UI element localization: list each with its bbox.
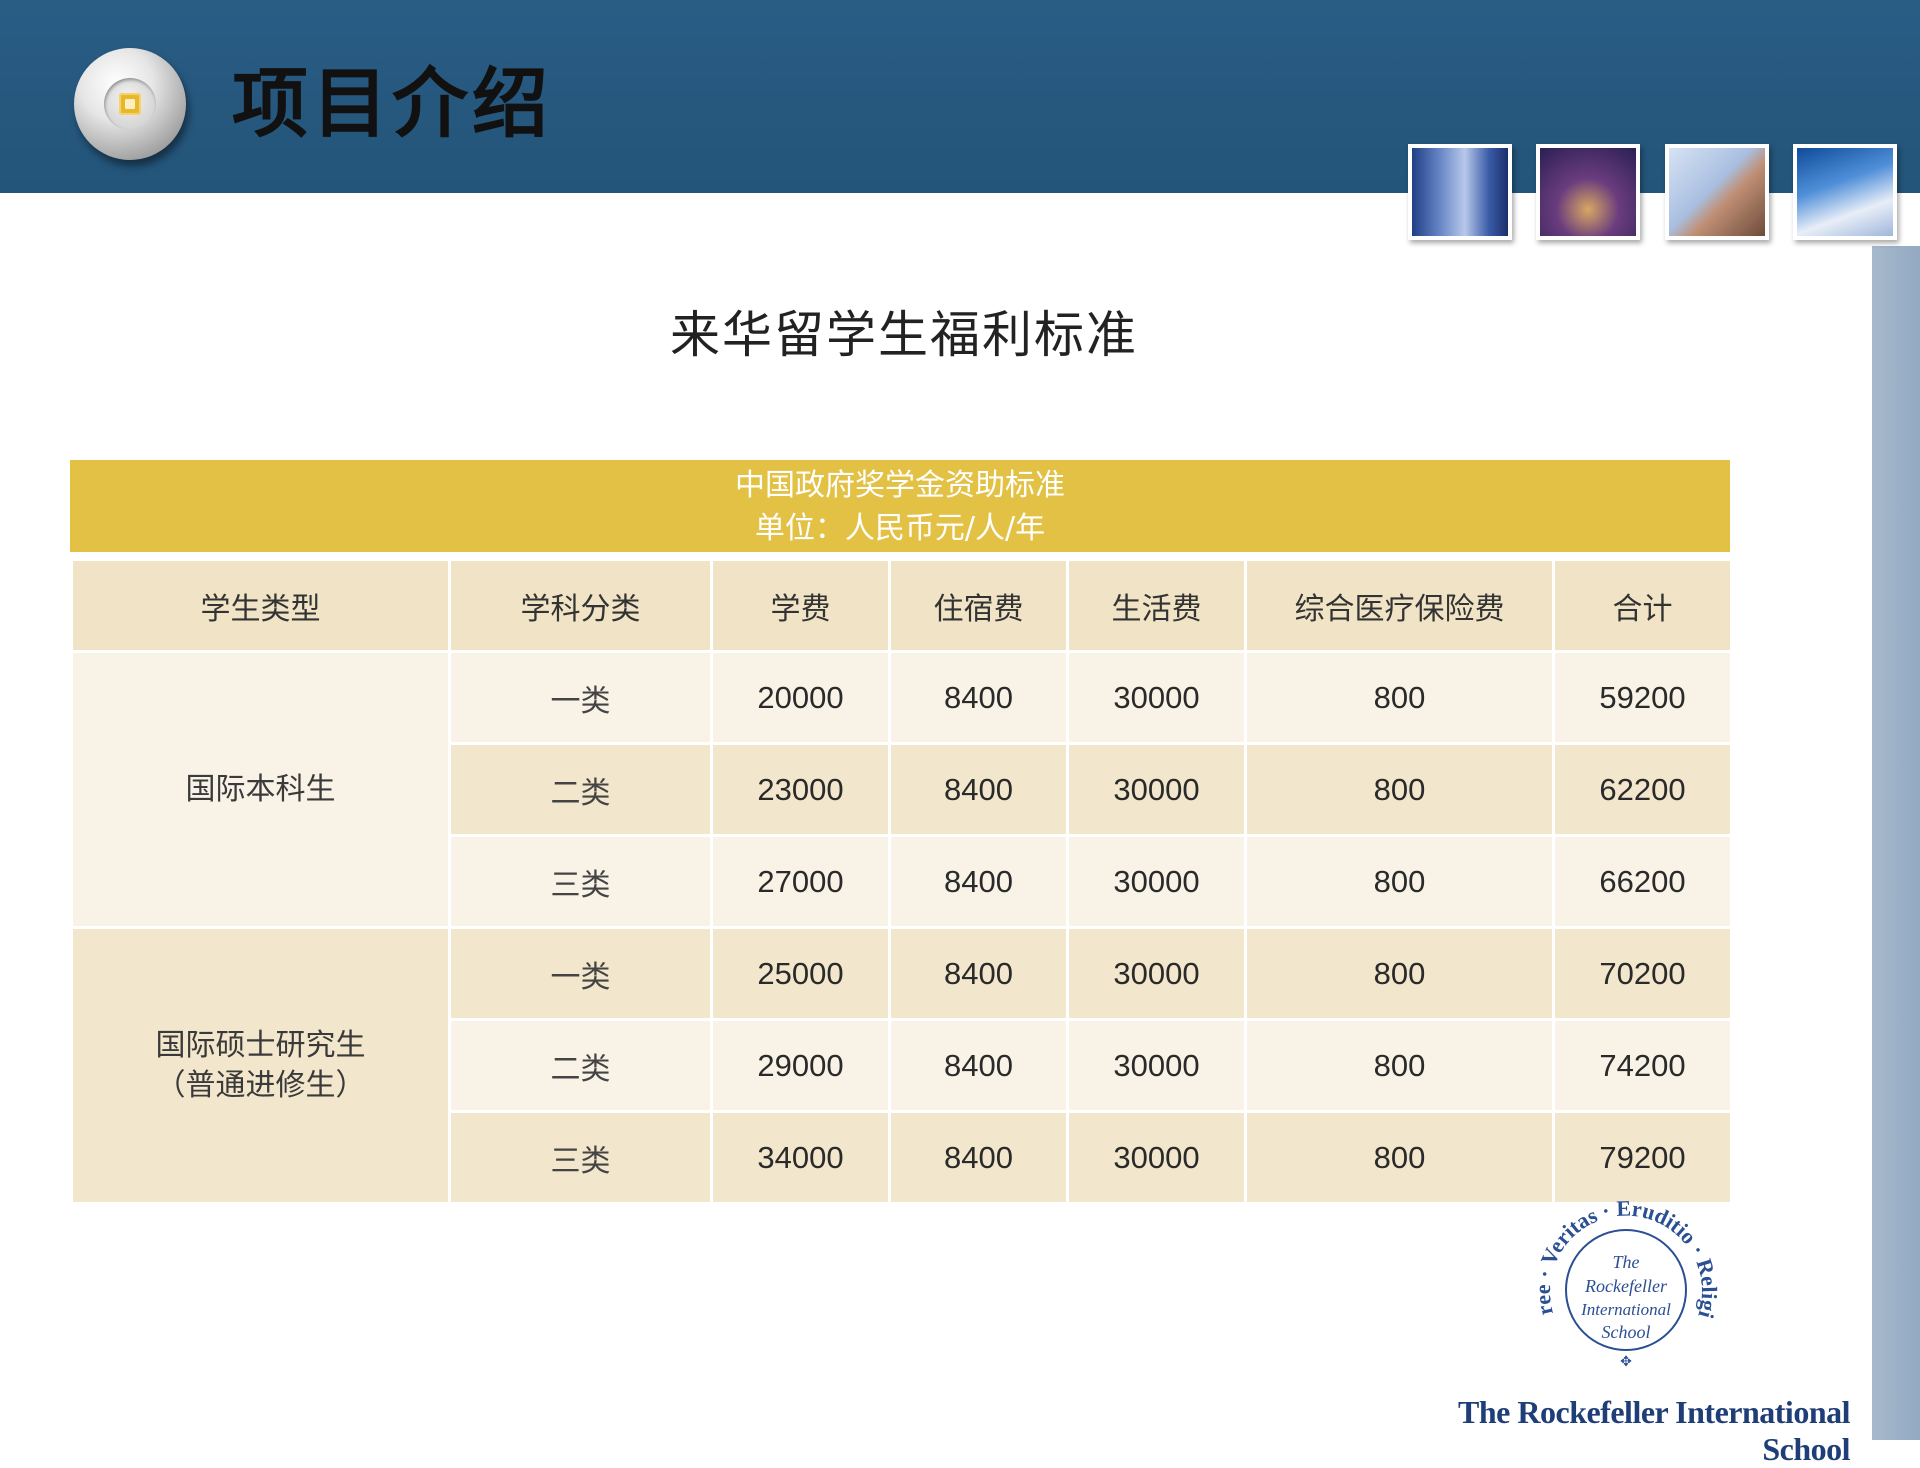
lodging-cell: 8400 xyxy=(888,742,1069,837)
tuition-cell: 29000 xyxy=(710,1018,891,1113)
table-header-row: 学生类型 学科分类 学费 住宿费 生活费 综合医疗保险费 合计 xyxy=(70,558,1733,653)
column-header: 学生类型 xyxy=(70,558,451,653)
seal-ornament-icon: ✥ xyxy=(1620,1354,1632,1370)
lodging-cell: 8400 xyxy=(888,1018,1069,1113)
lodging-cell: 8400 xyxy=(888,650,1069,745)
student-type-sublabel: （普通进修生） xyxy=(155,1067,366,1103)
tuition-cell: 34000 xyxy=(710,1110,891,1205)
insurance-cell: 800 xyxy=(1244,650,1555,745)
category-cell: 一类 xyxy=(448,926,713,1021)
insurance-cell: 800 xyxy=(1244,1110,1555,1205)
lodging-cell: 8400 xyxy=(888,834,1069,929)
category-cell: 三类 xyxy=(448,1110,713,1205)
phone-call-photo xyxy=(1665,144,1769,240)
total-cell: 66200 xyxy=(1552,834,1733,929)
city-tower-photo xyxy=(1408,144,1512,240)
square-icon xyxy=(119,93,141,115)
school-name-footer: The Rockefeller International School xyxy=(1458,1394,1850,1467)
total-cell: 79200 xyxy=(1552,1110,1733,1205)
skyscraper-photo xyxy=(1793,144,1897,240)
insurance-cell: 800 xyxy=(1244,834,1555,929)
insurance-cell: 800 xyxy=(1244,742,1555,837)
seal-center-line2: Rockefeller xyxy=(1584,1276,1668,1296)
tuition-cell: 25000 xyxy=(710,926,891,1021)
table-caption-line1: 中国政府奖学金资助标准 xyxy=(735,468,1065,503)
category-cell: 二类 xyxy=(448,1018,713,1113)
table-caption: 中国政府奖学金资助标准 单位：人民币元/人/年 xyxy=(70,460,1730,552)
living-cell: 30000 xyxy=(1066,834,1247,929)
category-cell: 二类 xyxy=(448,742,713,837)
table-caption-line2: 单位：人民币元/人/年 xyxy=(754,511,1046,546)
bullet-disc-icon xyxy=(74,48,186,160)
column-header: 综合医疗保险费 xyxy=(1244,558,1555,653)
seal-center-line4: School xyxy=(1602,1322,1651,1342)
total-cell: 74200 xyxy=(1552,1018,1733,1113)
column-header: 学科分类 xyxy=(448,558,713,653)
tuition-cell: 23000 xyxy=(710,742,891,837)
total-cell: 59200 xyxy=(1552,650,1733,745)
student-type-cell: 国际硕士研究生 （普通进修生） xyxy=(70,926,451,1205)
column-header: 生活费 xyxy=(1066,558,1247,653)
living-cell: 30000 xyxy=(1066,650,1247,745)
city-night-photo xyxy=(1536,144,1640,240)
column-header: 合计 xyxy=(1552,558,1733,653)
right-side-bar xyxy=(1872,246,1920,1440)
table-row: 国际本科生 一类 20000 8400 30000 800 59200 xyxy=(70,650,1733,929)
slide-subtitle: 来华留学生福利标准 xyxy=(670,306,1138,364)
living-cell: 30000 xyxy=(1066,1018,1247,1113)
total-cell: 62200 xyxy=(1552,742,1733,837)
table-row: 国际硕士研究生 （普通进修生） 一类 25000 8400 30000 800 … xyxy=(70,926,1733,1205)
total-cell: 70200 xyxy=(1552,926,1733,1021)
living-cell: 30000 xyxy=(1066,1110,1247,1205)
insurance-cell: 800 xyxy=(1244,926,1555,1021)
category-cell: 一类 xyxy=(448,650,713,745)
tuition-cell: 20000 xyxy=(710,650,891,745)
seal-center-line1: The xyxy=(1613,1252,1640,1272)
student-type-label: 国际本科生 xyxy=(185,771,336,807)
student-type-cell: 国际本科生 xyxy=(70,650,451,929)
school-seal-logo: Free · Veritas · Eruditio · Religio The … xyxy=(1534,1198,1718,1370)
tuition-cell: 27000 xyxy=(710,834,891,929)
student-type-label: 国际硕士研究生 xyxy=(155,1027,366,1063)
living-cell: 30000 xyxy=(1066,742,1247,837)
scholarship-table-wrap: 中国政府奖学金资助标准 单位：人民币元/人/年 学生类型 学科分类 学费 住宿费… xyxy=(70,460,1733,1205)
page-title: 项目介绍 xyxy=(232,59,552,148)
insurance-cell: 800 xyxy=(1244,1018,1555,1113)
column-header: 学费 xyxy=(710,558,891,653)
lodging-cell: 8400 xyxy=(888,1110,1069,1205)
scholarship-table: 学生类型 学科分类 学费 住宿费 生活费 综合医疗保险费 合计 国际本科生 一类… xyxy=(70,558,1733,1205)
bullet-disc-inner xyxy=(104,78,156,130)
lodging-cell: 8400 xyxy=(888,926,1069,1021)
column-header: 住宿费 xyxy=(888,558,1069,653)
category-cell: 三类 xyxy=(448,834,713,929)
living-cell: 30000 xyxy=(1066,926,1247,1021)
seal-center-line3: International xyxy=(1580,1300,1671,1319)
